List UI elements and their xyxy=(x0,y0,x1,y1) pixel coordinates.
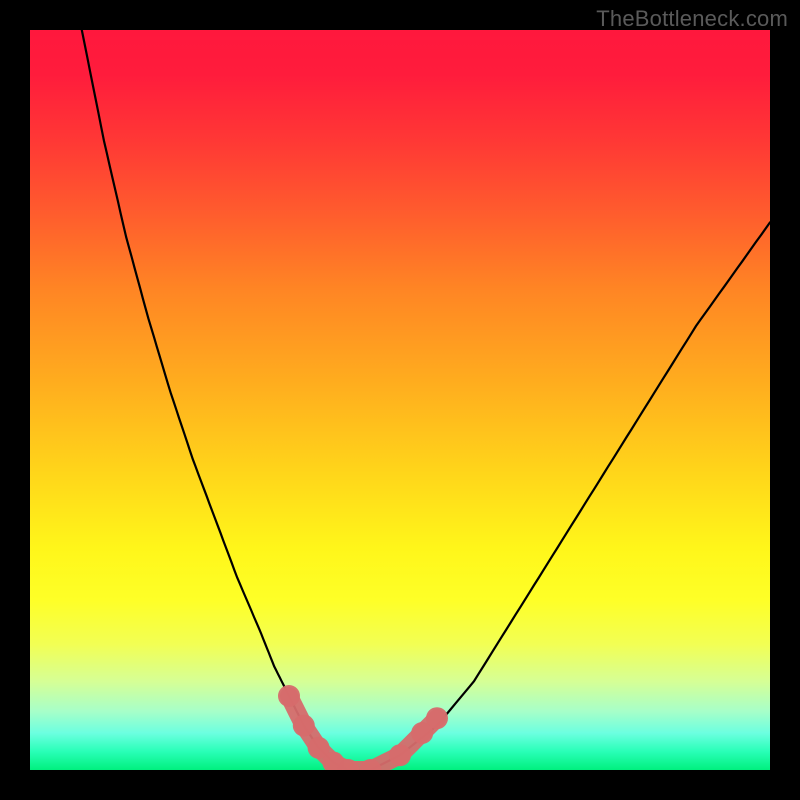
watermark-text: TheBottleneck.com xyxy=(596,6,788,32)
optimal-range-dot xyxy=(278,685,300,707)
chart-container: TheBottleneck.com xyxy=(0,0,800,800)
bottleneck-curve xyxy=(82,30,770,770)
plot-area xyxy=(30,30,770,770)
optimal-range-dot xyxy=(426,707,448,729)
optimal-range-dot xyxy=(389,744,411,766)
optimal-range-dots xyxy=(278,685,448,770)
chart-svg xyxy=(30,30,770,770)
optimal-range-dot xyxy=(293,715,315,737)
